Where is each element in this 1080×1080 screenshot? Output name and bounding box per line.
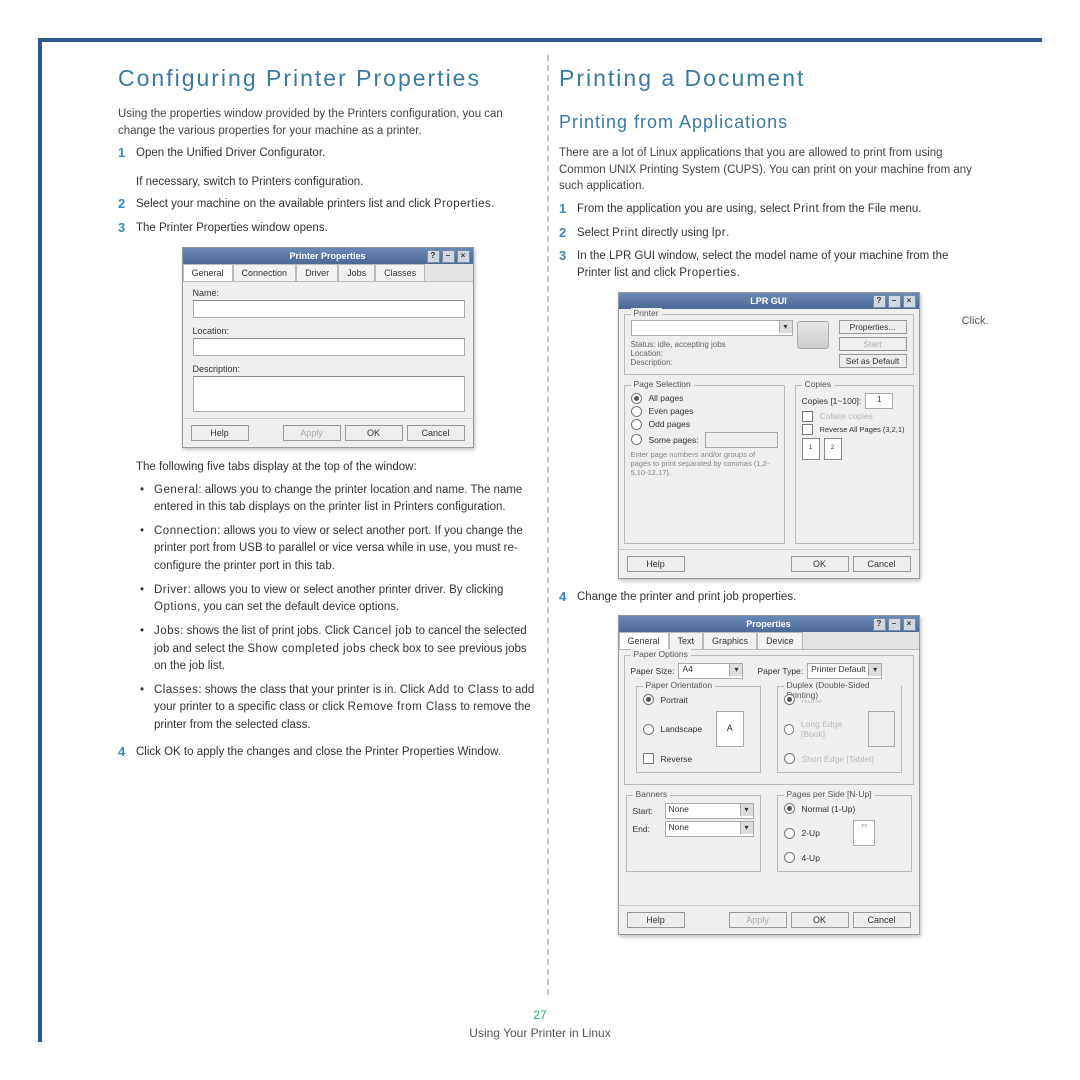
tab-jobs[interactable]: Jobs xyxy=(338,264,375,281)
top-rule xyxy=(38,38,1042,42)
callout-click: Click. xyxy=(962,315,989,327)
intro-right: There are a lot of Linux applications th… xyxy=(559,145,978,195)
step-2: Select your machine on the available pri… xyxy=(136,196,537,213)
ok-button[interactable]: OK xyxy=(791,912,849,928)
set-default-button[interactable]: Set as Default xyxy=(839,354,907,368)
cancel-button[interactable]: Cancel xyxy=(853,912,911,928)
tabs-bullets: General: allows you to change the printe… xyxy=(146,482,537,734)
printer-select[interactable]: ▾ xyxy=(631,320,793,336)
cancel-button[interactable]: Cancel xyxy=(853,556,911,572)
right-column: Printing a Document Printing from Applic… xyxy=(559,55,978,995)
step-3: The Printer Properties window opens. xyxy=(136,220,537,237)
properties-button[interactable]: Properties... xyxy=(839,320,907,334)
heading-printing: Printing a Document xyxy=(559,65,978,92)
tab-device[interactable]: Device xyxy=(757,632,803,649)
step-4: Click OK to apply the changes and close … xyxy=(136,744,537,761)
description-field[interactable] xyxy=(193,376,465,412)
printer-properties-dialog: Printer Properties?–× General Connection… xyxy=(182,247,474,448)
intro-left: Using the properties window provided by … xyxy=(118,106,537,139)
r-step-4: Change the printer and print job propert… xyxy=(577,589,978,606)
help-button[interactable]: Help xyxy=(627,556,685,572)
tab-graphics[interactable]: Graphics xyxy=(703,632,757,649)
start-button[interactable]: Start xyxy=(839,337,907,351)
properties-dialog: Properties?–× General Text Graphics Devi… xyxy=(618,615,920,935)
name-field[interactable] xyxy=(193,300,465,318)
tab-driver[interactable]: Driver xyxy=(296,264,338,281)
help-button[interactable]: Help xyxy=(627,912,685,928)
left-column: Configuring Printer Properties Using the… xyxy=(118,55,537,995)
tab-classes[interactable]: Classes xyxy=(375,264,425,281)
help-button[interactable]: Help xyxy=(191,425,249,441)
page-number: 27 xyxy=(0,1008,1080,1022)
tab-text[interactable]: Text xyxy=(669,632,704,649)
footer-line: Using Your Printer in Linux xyxy=(0,1026,1080,1040)
lpr-gui-dialog: Click. LPR GUI?–× Printer ▾ Status: idle… xyxy=(618,292,920,579)
apply-button[interactable]: Apply xyxy=(283,425,341,441)
r-step-3: In the LPR GUI window, select the model … xyxy=(577,248,978,281)
tabs-intro: The following five tabs display at the t… xyxy=(136,459,537,476)
printer-icon xyxy=(797,321,829,349)
left-rule xyxy=(38,38,42,1042)
ok-button[interactable]: OK xyxy=(345,425,403,441)
heading-configuring: Configuring Printer Properties xyxy=(118,65,537,92)
step-1: Open the Unified Driver Configurator. xyxy=(136,145,537,162)
heading-apps: Printing from Applications xyxy=(559,112,978,133)
cancel-button[interactable]: Cancel xyxy=(407,425,465,441)
location-field[interactable] xyxy=(193,338,465,356)
tab-connection[interactable]: Connection xyxy=(233,264,297,281)
column-divider xyxy=(547,55,549,995)
r-step-2: Select Print directly using lpr. xyxy=(577,225,978,242)
ok-button[interactable]: OK xyxy=(791,556,849,572)
page-footer: 27 Using Your Printer in Linux xyxy=(0,1008,1080,1040)
tab-general[interactable]: General xyxy=(619,632,669,649)
tab-general[interactable]: General xyxy=(183,264,233,281)
r-step-1: From the application you are using, sele… xyxy=(577,201,978,218)
step-1-note: If necessary, switch to Printers configu… xyxy=(136,174,537,191)
apply-button[interactable]: Apply xyxy=(729,912,787,928)
